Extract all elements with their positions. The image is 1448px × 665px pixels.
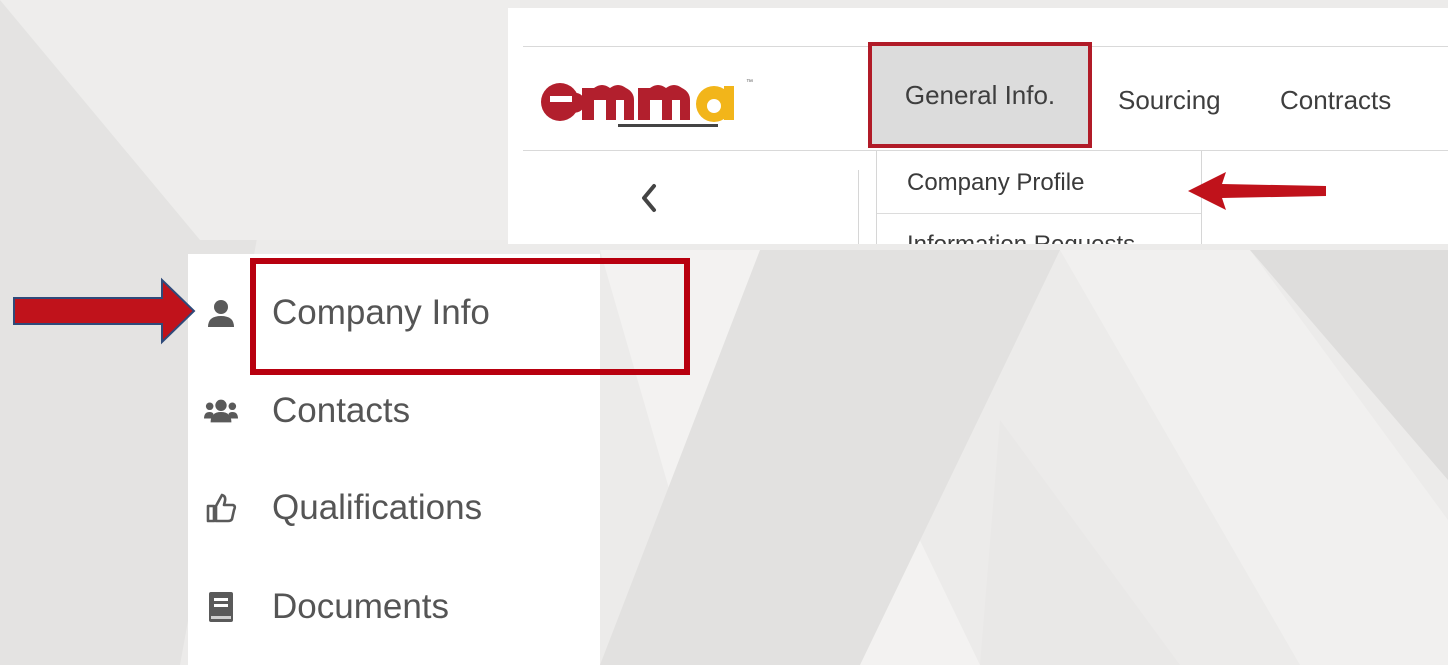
dropdown-item-label: Information Requests [907, 231, 1135, 244]
sidebar-item-qualifications[interactable]: Qualifications [188, 473, 600, 543]
sidebar-item-label: Contacts [272, 391, 411, 430]
user-icon [204, 296, 238, 330]
chevron-left-icon[interactable] [634, 178, 664, 218]
nav-sourcing[interactable]: Sourcing [1118, 56, 1221, 144]
panel-divider [858, 170, 859, 244]
sidebar-item-label: Documents [272, 587, 450, 626]
pointer-arrow-icon [1188, 172, 1326, 210]
nav-contracts[interactable]: Contracts [1280, 56, 1391, 144]
sidebar-item-company-info[interactable]: Company Info [188, 278, 600, 348]
sidebar-item-documents[interactable]: Documents [188, 572, 600, 642]
dropdown-item-label: Company Profile [907, 169, 1085, 196]
nav-general-info-label: General Info. [904, 79, 1056, 110]
nav-contracts-label: Contracts [1280, 84, 1392, 115]
dropdown-item-company-profile[interactable]: Company Profile [877, 153, 1201, 214]
sidebar-item-label: Company Info [272, 293, 490, 332]
sidebar-item-contacts[interactable]: Contacts [188, 376, 600, 446]
general-info-dropdown: Company Profile Information Requests [876, 151, 1202, 244]
thumbs-up-icon [204, 491, 238, 525]
dropdown-item-information-requests[interactable]: Information Requests [877, 215, 1201, 244]
users-icon [204, 394, 238, 428]
header-screenshot: ™ General Info. Sourcing Contracts Compa… [508, 8, 1448, 244]
nav-general-info[interactable]: General Info. [868, 42, 1092, 148]
svg-text:™: ™ [746, 79, 753, 86]
pointer-arrow-icon [13, 277, 196, 345]
sidebar-item-label: Qualifications [272, 488, 483, 527]
emma-logo[interactable]: ™ [538, 70, 760, 132]
nav-sourcing-label: Sourcing [1118, 84, 1221, 115]
book-icon [204, 590, 238, 624]
sidebar-menu: Company Info Contacts Qualifications Doc… [188, 254, 600, 665]
